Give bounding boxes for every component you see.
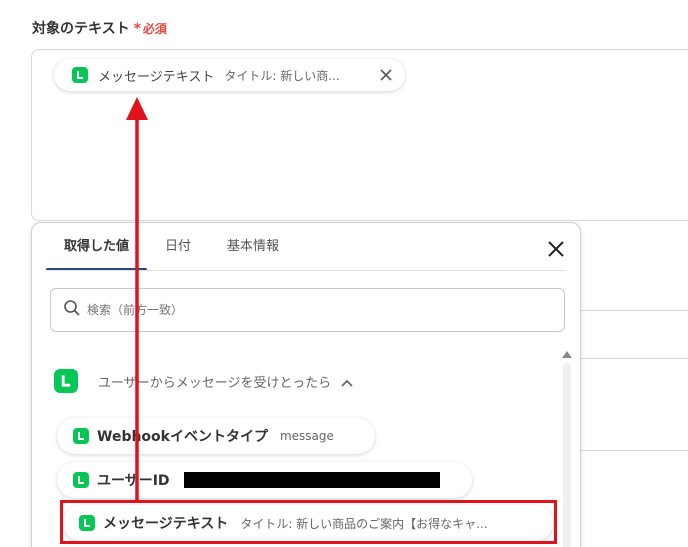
list-item-webhook-event-type[interactable]: Webhookイベントタイプ message (57, 418, 375, 454)
line-icon (72, 67, 88, 83)
line-icon (73, 472, 89, 488)
tab-date[interactable]: 日付 (147, 223, 209, 271)
required-text: 必須 (142, 22, 167, 36)
field-label: 対象のテキスト * 必須 (32, 18, 167, 38)
scroll-up-icon[interactable] (562, 351, 572, 358)
group-label: ユーザーからメッセージを受けとったら (98, 375, 332, 391)
search-icon (63, 299, 81, 321)
redacted-value (183, 472, 440, 488)
tab-basic-info[interactable]: 基本情報 (209, 223, 297, 271)
item-label: ユーザーID (97, 473, 170, 489)
search-field[interactable] (50, 288, 565, 332)
chip-value: タイトル: 新しい商... (224, 68, 340, 83)
chevron-up-icon[interactable] (341, 372, 353, 391)
background-field-divider (580, 310, 688, 311)
background-field-divider (580, 358, 688, 359)
highlight-box (60, 500, 557, 544)
line-icon (73, 428, 89, 444)
item-value: message (279, 429, 334, 443)
close-icon[interactable] (377, 66, 395, 84)
scrollbar[interactable] (562, 351, 572, 547)
list-item-user-id[interactable]: ユーザーID (57, 462, 472, 498)
app-root: 対象のテキスト * 必須 メッセージテキスト タイトル: 新しい商... 取得した値… (0, 0, 688, 547)
close-icon[interactable] (546, 239, 566, 259)
search-input[interactable] (87, 303, 507, 317)
value-picker-panel: 取得した値 日付 基本情報 ユーザーからメッセージを受けとったら (31, 222, 581, 547)
item-label: Webhookイベントタイプ (97, 429, 268, 445)
selected-value-chip[interactable]: メッセージテキスト タイトル: 新しい商... (54, 59, 405, 91)
tab-acquired-values[interactable]: 取得した値 (46, 223, 148, 271)
background-field-divider (580, 450, 688, 451)
scroll-track[interactable] (563, 363, 571, 547)
line-icon (54, 369, 78, 393)
chip-label: メッセージテキスト (98, 69, 215, 85)
field-label-text: 対象のテキスト (32, 21, 130, 37)
group-header[interactable]: ユーザーからメッセージを受けとったら (54, 369, 353, 393)
required-mark: * (133, 21, 141, 37)
tabs-divider (46, 270, 566, 271)
panel-tabs: 取得した値 日付 基本情報 (46, 223, 297, 271)
